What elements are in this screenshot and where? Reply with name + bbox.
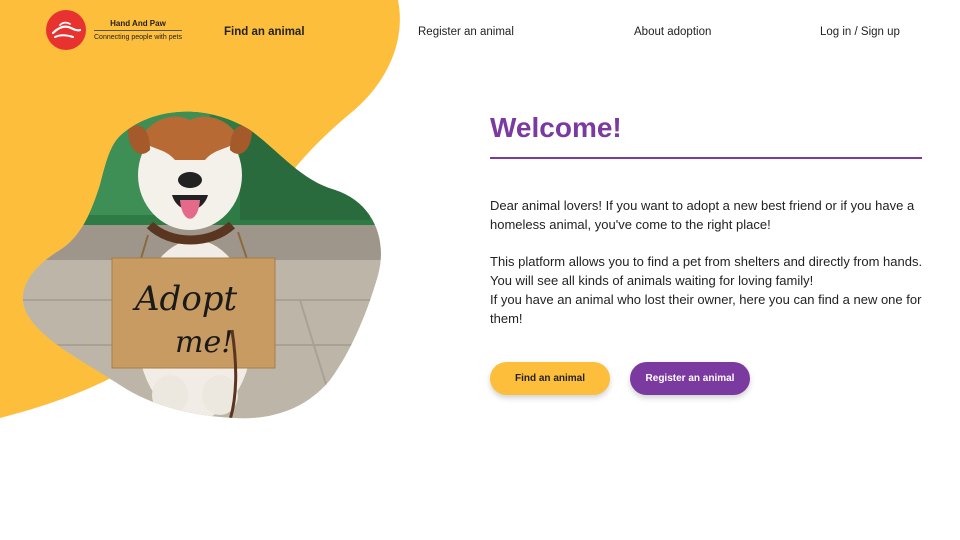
sign-text-me: me!: [175, 325, 233, 360]
title-divider: [490, 157, 922, 159]
register-animal-button[interactable]: Register an animal: [630, 362, 750, 395]
platform-paragraph: This platform allows you to find a pet f…: [490, 254, 923, 288]
intro-paragraph: Dear animal lovers! If you want to adopt…: [490, 198, 915, 232]
find-animal-button[interactable]: Find an animal: [490, 362, 610, 395]
lost-owner-paragraph: If you have an animal who lost their own…: [490, 292, 922, 326]
page-title: Welcome!: [490, 112, 622, 143]
sign-text-adopt: Adopt: [132, 279, 238, 319]
